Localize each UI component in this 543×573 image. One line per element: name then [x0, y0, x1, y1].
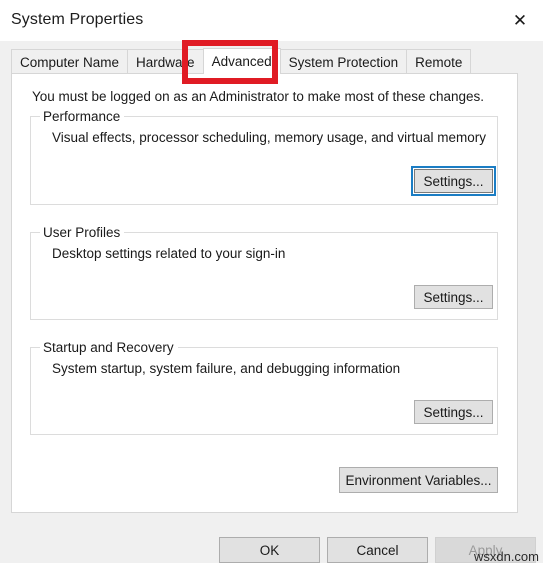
environment-variables-button[interactable]: Environment Variables... — [339, 467, 498, 493]
user-profiles-group-legend: User Profiles — [40, 225, 125, 240]
user-profiles-settings-label: Settings... — [423, 289, 484, 305]
startup-recovery-settings-button[interactable]: Settings... — [414, 400, 493, 424]
cancel-label: Cancel — [356, 542, 399, 558]
tab-label: Computer Name — [20, 54, 120, 70]
user-profiles-description: Desktop settings related to your sign-in — [52, 246, 286, 261]
environment-variables-label: Environment Variables... — [345, 472, 492, 488]
system-properties-dialog: System Properties ✕ Computer Name Hardwa… — [0, 0, 543, 563]
startup-recovery-group: Startup and Recovery System startup, sys… — [30, 340, 498, 435]
tab-computer-name[interactable]: Computer Name — [11, 49, 129, 74]
tab-strip: Computer Name Hardware Advanced System P… — [0, 41, 543, 74]
performance-group: Performance Visual effects, processor sc… — [30, 109, 498, 205]
performance-description: Visual effects, processor scheduling, me… — [52, 130, 486, 145]
user-profiles-group: User Profiles Desktop settings related t… — [30, 225, 498, 320]
startup-recovery-group-legend: Startup and Recovery — [40, 340, 178, 355]
dialog-command-row: OK Cancel Apply — [0, 513, 543, 563]
close-icon: ✕ — [512, 10, 528, 30]
performance-settings-label: Settings... — [423, 173, 484, 189]
cancel-button[interactable]: Cancel — [327, 537, 428, 563]
screenshot-root: System Properties ✕ Computer Name Hardwa… — [0, 0, 543, 573]
tab-advanced[interactable]: Advanced — [202, 48, 281, 74]
user-profiles-settings-button[interactable]: Settings... — [414, 285, 493, 309]
ok-label: OK — [259, 542, 280, 558]
tab-label: Remote — [415, 54, 463, 70]
close-button[interactable]: ✕ — [497, 0, 543, 40]
tab-label: System Protection — [288, 54, 399, 70]
tab-label: Hardware — [136, 54, 195, 70]
startup-recovery-settings-label: Settings... — [423, 404, 484, 420]
tab-remote[interactable]: Remote — [406, 49, 472, 74]
title-bar: System Properties ✕ — [0, 0, 543, 42]
startup-recovery-description: System startup, system failure, and debu… — [52, 361, 401, 376]
tab-system-protection[interactable]: System Protection — [279, 49, 408, 74]
watermark: wsxdn.com — [473, 549, 539, 564]
advanced-tab-panel: You must be logged on as an Administrato… — [11, 73, 518, 513]
ok-button[interactable]: OK — [219, 537, 320, 563]
tab-hardware[interactable]: Hardware — [127, 49, 204, 74]
administrator-notice: You must be logged on as an Administrato… — [32, 89, 485, 104]
tab-list: Computer Name Hardware Advanced System P… — [11, 48, 472, 74]
performance-settings-button[interactable]: Settings... — [411, 166, 496, 196]
tab-label: Advanced — [211, 54, 272, 69]
window-title: System Properties — [11, 11, 144, 28]
background-strip — [0, 563, 543, 573]
performance-group-legend: Performance — [40, 109, 125, 124]
